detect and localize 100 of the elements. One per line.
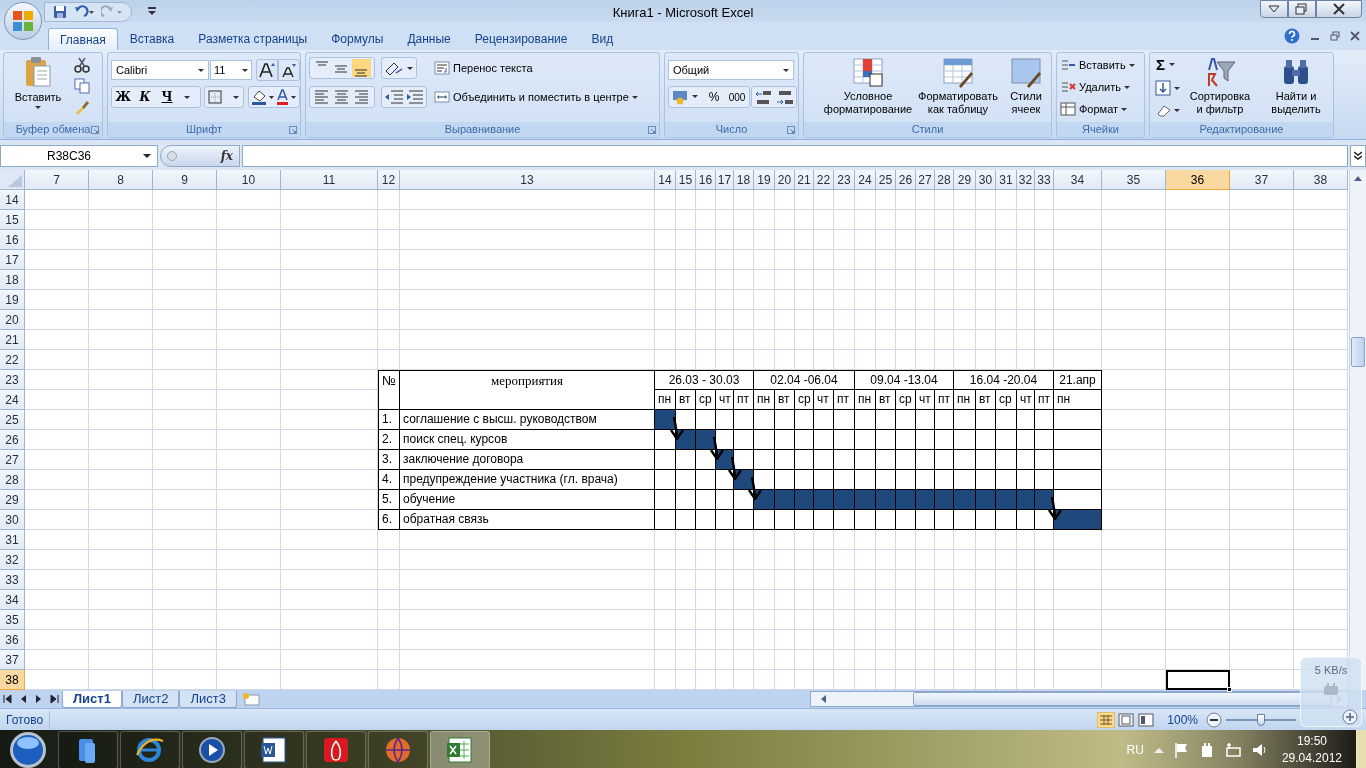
percent-button[interactable]: % — [703, 87, 725, 107]
close-button[interactable] — [1316, 0, 1362, 18]
document-icon[interactable] — [259, 735, 289, 765]
clock-time[interactable]: 19:50 — [1296, 733, 1327, 750]
thousands-button[interactable]: 000 — [725, 87, 749, 107]
column-header[interactable]: 34 — [1054, 170, 1102, 190]
caret-icon[interactable] — [783, 68, 789, 72]
column-header[interactable]: 9 — [153, 170, 217, 190]
column-header[interactable]: 29 — [954, 170, 976, 190]
maximize-button[interactable] — [1288, 0, 1316, 18]
column-header[interactable]: 37 — [1230, 170, 1294, 190]
caret-icon[interactable] — [1169, 63, 1175, 66]
column-header[interactable]: 33 — [1035, 170, 1054, 190]
row-header[interactable]: 30 — [0, 510, 25, 530]
conditional-formatting-icon[interactable] — [851, 56, 885, 90]
bold-button[interactable]: Ж — [112, 87, 134, 107]
ribbon-tab[interactable]: Вставка — [117, 28, 187, 50]
column-header[interactable]: 7 — [25, 170, 89, 190]
caret-icon[interactable] — [1124, 85, 1130, 89]
paste-button[interactable]: Вставить — [12, 56, 64, 118]
caret-icon[interactable] — [143, 154, 151, 158]
ribbon-tab[interactable]: Главная — [48, 28, 118, 50]
office-button[interactable] — [4, 2, 42, 40]
column-header[interactable]: 28 — [935, 170, 954, 190]
save-icon[interactable] — [53, 5, 67, 19]
sheet-tab[interactable]: Лист1 — [62, 690, 122, 708]
wrap-text-button[interactable]: Перенос текста — [434, 60, 533, 77]
help-icon[interactable] — [1284, 28, 1300, 44]
zoom-slider[interactable] — [1226, 712, 1296, 727]
scroll-thumb[interactable] — [1351, 337, 1365, 367]
column-header[interactable]: 16 — [696, 170, 716, 190]
select-all-button[interactable] — [0, 170, 25, 190]
expand-icon[interactable] — [1354, 151, 1362, 161]
sort-filter-button[interactable]: Сортировка и фильтр — [1184, 56, 1256, 116]
column-header[interactable]: 25 — [876, 170, 896, 190]
network-icon[interactable] — [1223, 742, 1242, 758]
column-header[interactable]: 14 — [655, 170, 676, 190]
row-header[interactable]: 22 — [0, 350, 25, 370]
taskbar-button[interactable] — [58, 731, 118, 768]
copy-icon[interactable] — [74, 78, 90, 94]
row-header[interactable]: 33 — [0, 570, 25, 590]
taskbar-button[interactable] — [306, 731, 366, 768]
restore-icon[interactable] — [1330, 31, 1340, 41]
caret-icon[interactable] — [1121, 107, 1128, 111]
caret-icon[interactable] — [631, 95, 638, 99]
column-header[interactable]: 22 — [814, 170, 834, 190]
zoom-out-button[interactable] — [1206, 711, 1222, 728]
flag-icon[interactable] — [1173, 742, 1190, 758]
row-header[interactable]: 35 — [0, 610, 25, 630]
row-header[interactable]: 28 — [0, 470, 25, 490]
column-header[interactable]: 38 — [1294, 170, 1348, 190]
sheet-nav-icon[interactable] — [49, 694, 59, 704]
ribbon-tab[interactable]: Данные — [395, 28, 463, 50]
row-header[interactable]: 29 — [0, 490, 25, 510]
formula-field[interactable] — [242, 145, 1348, 167]
dialog-launcher-icon[interactable] — [787, 126, 795, 134]
triangle-icon[interactable] — [8, 175, 22, 187]
close-icon[interactable] — [1331, 2, 1347, 16]
page-layout-icon[interactable] — [1117, 711, 1136, 728]
fill-down-icon[interactable] — [1155, 80, 1181, 96]
insert-cells-button[interactable]: Вставить — [1060, 57, 1135, 74]
undo-icon[interactable] — [73, 5, 95, 19]
sheet-tab[interactable]: Лист3 — [179, 690, 237, 708]
sheet-tab[interactable]: Лист2 — [121, 690, 180, 708]
page-break-icon[interactable] — [1137, 711, 1156, 728]
dialog-launcher-icon[interactable] — [91, 126, 99, 134]
ribbon-tab[interactable]: Вид — [579, 28, 626, 50]
column-header[interactable]: 24 — [855, 170, 876, 190]
find-select-button[interactable]: Найти и выделить — [1260, 56, 1332, 116]
clock-date[interactable]: 29.04.2012 — [1281, 750, 1342, 767]
clipboard-icon[interactable] — [24, 56, 52, 88]
cell-brush-icon[interactable] — [1009, 56, 1043, 90]
row-header[interactable]: 25 — [0, 410, 25, 430]
column-header[interactable]: 27 — [916, 170, 935, 190]
redo-icon[interactable] — [101, 5, 123, 19]
underline-button[interactable]: Ч — [156, 87, 178, 107]
delete-cells-button[interactable]: Удалить — [1060, 79, 1130, 96]
column-header[interactable]: 20 — [775, 170, 795, 190]
italic-button[interactable]: К — [134, 87, 156, 107]
row-header[interactable]: 20 — [0, 310, 25, 330]
column-header[interactable]: 26 — [896, 170, 916, 190]
circle-icon[interactable] — [167, 151, 177, 161]
cut-icon[interactable] — [74, 57, 90, 73]
dialog-launcher-icon[interactable] — [289, 126, 297, 134]
caret-icon[interactable] — [35, 105, 41, 109]
fill-handle[interactable] — [1227, 687, 1232, 692]
format-as-table-button[interactable]: Форматировать как таблицу — [912, 56, 1004, 116]
spreadsheet-icon[interactable] — [445, 735, 475, 765]
row-header[interactable]: 34 — [0, 590, 25, 610]
media-player-icon[interactable] — [197, 735, 227, 765]
caret-icon[interactable] — [184, 95, 190, 99]
taskbar-button[interactable] — [182, 731, 242, 768]
column-header[interactable]: 36 — [1166, 170, 1230, 190]
row-header[interactable]: 17 — [0, 250, 25, 270]
cell-styles-button[interactable]: Стили ячеек — [1002, 56, 1050, 116]
ribbon-tab[interactable]: Рецензирование — [462, 28, 580, 50]
taskbar-button[interactable] — [120, 731, 180, 768]
format-cells-icon[interactable] — [1060, 102, 1076, 117]
column-header[interactable]: 11 — [281, 170, 378, 190]
column-header[interactable]: 13 — [400, 170, 655, 190]
